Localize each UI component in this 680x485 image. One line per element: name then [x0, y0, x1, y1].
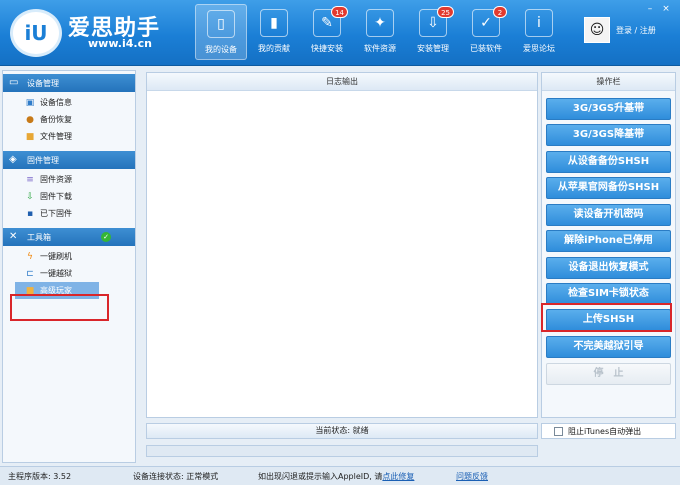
- firmware-list: ≡ 固件资源 ⇩ 固件下载 ▪ 已下固件: [3, 169, 135, 224]
- check-sim-lock-button[interactable]: 检查SIM卡锁状态: [546, 283, 671, 305]
- brand-url: www.i4.cn: [88, 37, 152, 50]
- sidebar-item-files[interactable]: ■ 文件管理: [3, 128, 135, 145]
- itunes-checkbox[interactable]: [554, 426, 563, 436]
- repair-tip-text: 如出现闪退或提示输入AppleID, 请: [258, 472, 383, 481]
- sidebar-item-firmware-download[interactable]: ⇩ 固件下载: [3, 188, 135, 205]
- read-boot-password-button[interactable]: 读设备开机密码: [546, 204, 671, 226]
- window-controls: – ×: [642, 3, 674, 15]
- group-device-management[interactable]: ▭ 设备管理: [3, 74, 135, 92]
- nav-label: 快捷安装: [311, 44, 343, 53]
- repair-link[interactable]: 点此修复: [382, 472, 414, 481]
- download-icon: ⇩: [26, 191, 34, 202]
- database-icon: ≡: [26, 174, 34, 185]
- title-bar: iU 爱思助手 www.i4.cn ▯ 我的设备 ▮ 我的贡献 ✎ 14 快捷安…: [0, 0, 680, 66]
- lightning-icon: ϟ: [27, 251, 33, 262]
- chart-icon: ▮: [260, 9, 288, 37]
- nav-label: 安装管理: [417, 44, 449, 53]
- badge-count: 2: [493, 6, 507, 18]
- forum-icon: i: [525, 9, 553, 37]
- toolbox-list: ϟ 一键刷机 ⊏ 一键越狱 ■ 高级玩家: [3, 246, 135, 301]
- feedback-link[interactable]: 问题反馈: [456, 471, 488, 482]
- backup-shsh-apple-button[interactable]: 从苹果官网备份SHSH: [546, 177, 671, 199]
- badge-count: 14: [331, 6, 348, 18]
- main-nav: ▯ 我的设备 ▮ 我的贡献 ✎ 14 快捷安装 ✦ 软件资源 ⇩ 25 安装管理…: [195, 4, 566, 60]
- check-icon: ✓: [101, 232, 111, 242]
- progress-bar: [146, 445, 538, 457]
- group-title: 工具箱: [27, 232, 51, 242]
- sidebar-item-one-click-jailbreak[interactable]: ⊏ 一键越狱: [3, 265, 135, 282]
- ios-icon: ▪: [26, 208, 34, 219]
- monitor-icon: ▭: [9, 77, 19, 88]
- tethered-jailbreak-boot-button[interactable]: 不完美越狱引导: [546, 336, 671, 358]
- log-content[interactable]: [147, 91, 537, 417]
- sidebar-item-label: 已下固件: [40, 209, 72, 218]
- folder-icon: ■: [25, 131, 35, 142]
- device-list: ▣ 设备信息 ● 备份恢复 ■ 文件管理: [3, 92, 135, 147]
- nav-label: 软件资源: [364, 44, 396, 53]
- nav-quick-install[interactable]: ✎ 14 快捷安装: [301, 4, 353, 60]
- unlock-icon: ⊏: [26, 268, 34, 279]
- nav-installed-apps[interactable]: ✓ 2 已装软件: [460, 4, 512, 60]
- status-bar: 当前状态: 就绪: [146, 423, 538, 439]
- group-title: 固件管理: [27, 155, 59, 165]
- info-icon: ▣: [25, 97, 35, 108]
- sidebar-item-label: 固件下载: [40, 192, 72, 201]
- sidebar-item-label: 一键越狱: [40, 269, 72, 278]
- sidebar-item-label: 设备信息: [40, 98, 72, 107]
- unlock-disabled-iphone-button[interactable]: 解除iPhone已停用: [546, 230, 671, 252]
- itunes-checkbox-label: 阻止iTunes自动弹出: [568, 426, 642, 436]
- tools-icon: ✕: [9, 231, 18, 242]
- highlight-annotation: [541, 303, 672, 332]
- app-logo: iU: [10, 9, 62, 57]
- operation-panel: 操作栏 3G/3GS升基带 3G/3GS降基带 从设备备份SHSH 从苹果官网备…: [541, 72, 676, 418]
- repair-tip: 如出现闪退或提示输入AppleID, 请点此修复: [258, 471, 414, 482]
- group-toolbox[interactable]: ✕ 工具箱 ✓: [3, 228, 135, 246]
- sidebar-item-firmware-resources[interactable]: ≡ 固件资源: [3, 171, 135, 188]
- log-panel: 日志输出: [146, 72, 538, 418]
- minimize-icon[interactable]: –: [642, 3, 658, 15]
- sidebar-item-downloaded-firmware[interactable]: ▪ 已下固件: [3, 205, 135, 222]
- version-text: 主程序版本: 3.52: [8, 472, 72, 481]
- sidebar-item-label: 一键刷机: [40, 252, 72, 261]
- highlight-annotation: [10, 294, 109, 321]
- nav-my-contribution[interactable]: ▮ 我的贡献: [248, 4, 300, 60]
- backup-shsh-device-button[interactable]: 从设备备份SHSH: [546, 151, 671, 173]
- baseband-downgrade-button[interactable]: 3G/3GS降基带: [546, 124, 671, 146]
- sidebar-item-label: 文件管理: [40, 132, 72, 141]
- ops-title: 操作栏: [542, 73, 675, 91]
- nav-label: 已装软件: [470, 44, 502, 53]
- close-icon[interactable]: ×: [658, 3, 674, 15]
- phone-icon: ▯: [207, 10, 235, 38]
- group-title: 设备管理: [27, 78, 59, 88]
- sidebar-item-label: 备份恢复: [40, 115, 72, 124]
- nav-app-resources[interactable]: ✦ 软件资源: [354, 4, 406, 60]
- nav-label: 爱思论坛: [523, 44, 555, 53]
- sidebar-item-one-click-flash[interactable]: ϟ 一键刷机: [3, 248, 135, 265]
- user-icon: ●: [26, 114, 34, 125]
- sidebar-item-backup[interactable]: ● 备份恢复: [3, 111, 135, 128]
- group-firmware-management[interactable]: ◈ 固件管理: [3, 151, 135, 169]
- avatar: ☺: [584, 17, 610, 43]
- log-title: 日志输出: [147, 73, 537, 91]
- nav-forum[interactable]: i 爱思论坛: [513, 4, 565, 60]
- connection-status: 设备连接状态: 正常模式: [133, 472, 219, 481]
- sidebar: ▭ 设备管理 ▣ 设备信息 ● 备份恢复 ■ 文件管理 ◈ 固件管理 ≡ 固件资…: [2, 70, 136, 463]
- firmware-icon: ◈: [9, 154, 17, 165]
- nav-my-device[interactable]: ▯ 我的设备: [195, 4, 247, 60]
- nav-install-manager[interactable]: ⇩ 25 安装管理: [407, 4, 459, 60]
- nav-label: 我的设备: [205, 45, 237, 54]
- exit-recovery-mode-button[interactable]: 设备退出恢复模式: [546, 257, 671, 279]
- sidebar-item-label: 固件资源: [40, 175, 72, 184]
- badge-count: 25: [437, 6, 454, 18]
- user-area[interactable]: ☺ 登录 / 注册: [584, 17, 656, 43]
- nav-label: 我的贡献: [258, 44, 290, 53]
- block-itunes-option[interactable]: 阻止iTunes自动弹出: [541, 423, 676, 439]
- baseband-upgrade-button[interactable]: 3G/3GS升基带: [546, 98, 671, 120]
- stop-button: 停 止: [546, 363, 671, 385]
- footer-status-bar: 主程序版本: 3.52 设备连接状态: 正常模式 如出现闪退或提示输入Apple…: [0, 466, 680, 485]
- sidebar-item-device-info[interactable]: ▣ 设备信息: [3, 94, 135, 111]
- login-register-link[interactable]: 登录 / 注册: [616, 25, 656, 36]
- apps-icon: ✦: [366, 9, 394, 37]
